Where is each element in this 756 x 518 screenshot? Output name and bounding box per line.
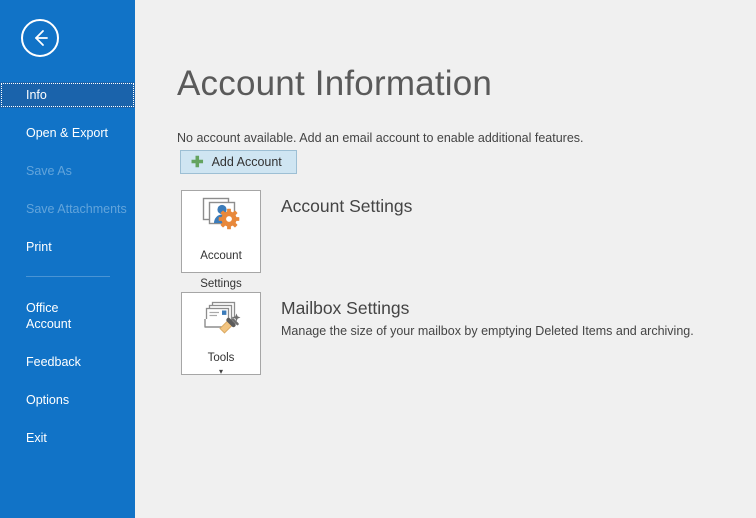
main-content: Account Information No account available… [135,0,756,518]
sidebar-item-office-account[interactable]: Office Account [0,295,135,337]
mailbox-tools-tile-label: Tools ▾ [208,337,235,391]
sidebar-separator [26,276,110,277]
section-mailbox-settings: Tools ▾ Mailbox Settings Manage the size… [181,292,694,376]
page-title: Account Information [177,64,493,103]
sidebar-item-options[interactable]: Options [0,387,135,413]
mailbox-tools-label: Tools [207,352,235,364]
backstage-sidebar: Info Open & Export Save As Save Attachme… [0,0,135,518]
mailbox-tools-icon [198,293,244,337]
back-button[interactable] [21,19,59,57]
account-settings-label-line2: Settings [200,278,242,290]
sidebar-item-info[interactable]: Info [0,82,135,108]
account-settings-heading: Account Settings [281,196,413,216]
add-account-label: Add Account [211,155,282,169]
sidebar-item-save-as: Save As [26,164,72,178]
chevron-down-icon[interactable]: ▾ [208,367,235,377]
plus-icon: ✚ [191,153,204,171]
mailbox-settings-heading: Mailbox Settings [281,298,410,318]
no-account-message: No account available. Add an email accou… [177,131,584,145]
sidebar-item-exit[interactable]: Exit [0,425,135,451]
sidebar-item-open-export[interactable]: Open & Export [0,120,135,146]
mailbox-tools-tile[interactable]: Tools ▾ [181,292,261,376]
sidebar-item-save-attachments: Save Attachments [26,202,127,216]
add-account-button[interactable]: ✚ Add Account [180,150,297,174]
mailbox-settings-text: Mailbox Settings Manage the size of your… [281,297,711,339]
arrow-left-icon [23,21,57,55]
account-settings-icon [198,191,244,235]
account-settings-label-line1: Account [200,250,242,262]
section-account-settings: Account Settings ▾ Account Settings [181,190,412,303]
mailbox-settings-description: Manage the size of your mailbox by empty… [281,324,694,338]
account-settings-text: Account Settings [281,195,711,217]
sidebar-item-print[interactable]: Print [0,234,135,260]
account-settings-tile[interactable]: Account Settings ▾ [181,190,261,303]
sidebar-item-feedback[interactable]: Feedback [0,349,135,375]
